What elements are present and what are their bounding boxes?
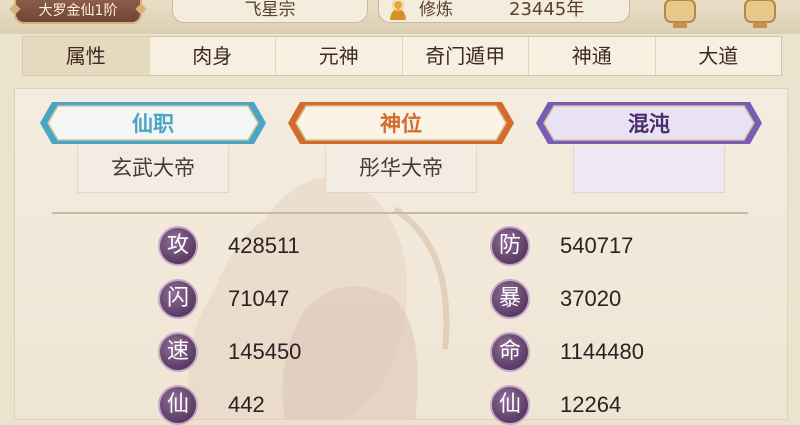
stat-badge: 仙 [490,385,530,425]
plaque-shenwei: 神位 [286,100,516,146]
cultivation-years: 23445年 [509,0,585,20]
stat-value: 540717 [560,233,634,258]
stat-badge: 仙 [158,385,198,425]
title-card-hundun[interactable]: 混沌 [534,100,764,193]
tab-attributes[interactable]: 属性 [23,37,150,75]
stat-badge: 命 [490,332,530,372]
stat-value: 71047 [228,286,290,311]
top-bar: 大罗金仙1阶 飞星宗 修炼 23445年 [0,0,800,34]
stat-badge: 攻 [158,226,198,266]
title-value: 玄武大帝 [77,146,229,193]
stat-badge: 防 [490,226,530,266]
plaque-hundun: 混沌 [534,100,764,146]
stat-badge: 暴 [490,279,530,319]
stat-value: 442 [228,392,265,417]
title-card-xianzhi[interactable]: 仙职 玄武大帝 [38,100,268,193]
tab-body[interactable]: 肉身 [150,37,276,75]
rank-badge: 大罗金仙1阶 [14,0,142,24]
title-label: 仙职 [132,112,174,136]
divider [52,212,748,214]
cultivation-display: 修炼 23445年 [378,0,630,23]
buddha-icon [390,0,406,20]
stat-badge: 闪 [158,279,198,319]
stat-value: 428511 [228,233,300,258]
stat-value: 37020 [560,286,622,311]
tab-dao[interactable]: 大道 [656,37,782,75]
tab-bar: 属性 肉身 元神 奇门遁甲 神通 大道 [22,36,782,76]
cultivation-label: 修炼 [419,0,453,20]
lantern-icon[interactable] [660,0,700,30]
title-value [573,146,725,193]
title-value: 彤华大帝 [325,146,477,193]
stat-value: 12264 [560,392,622,417]
lantern-icon[interactable] [740,0,780,30]
plaque-xianzhi: 仙职 [38,100,268,146]
title-label: 神位 [380,112,422,136]
tab-spirit[interactable]: 元神 [276,37,403,75]
stat-value: 1144480 [560,339,645,364]
title-card-shenwei[interactable]: 神位 彤华大帝 [286,100,516,193]
sect-name: 飞星宗 [172,0,368,23]
tab-divine-power[interactable]: 神通 [529,37,656,75]
title-label: 混沌 [628,112,670,136]
tab-qimen[interactable]: 奇门遁甲 [403,37,529,75]
stat-badge: 速 [158,332,198,372]
stat-value: 145450 [228,339,302,364]
